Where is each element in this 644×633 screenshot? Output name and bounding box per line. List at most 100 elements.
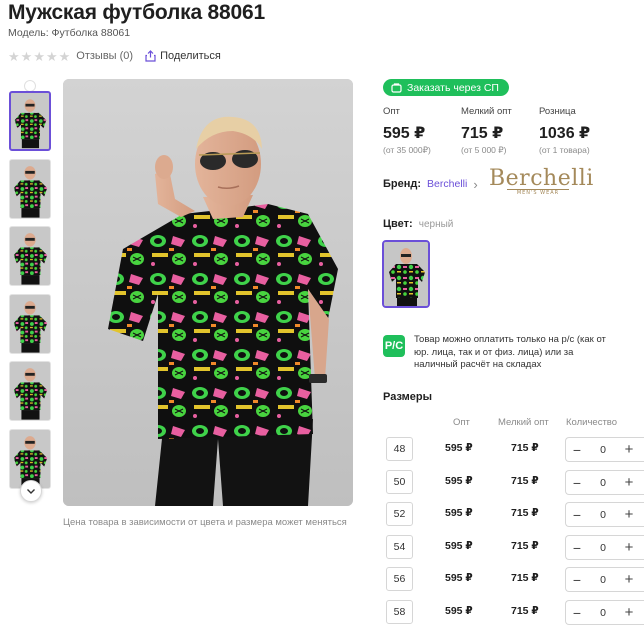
bank-transfer-icon: Р/С [383, 335, 405, 357]
thumbnail-image [10, 362, 50, 420]
price-note: Цена товара в зависимости от цвета и раз… [63, 517, 347, 528]
quantity-value[interactable]: 0 [588, 509, 618, 521]
minus-icon[interactable]: − [566, 537, 588, 559]
thumbnail-image [10, 295, 50, 353]
size-opt-price: 595 ₽ [445, 540, 473, 552]
price-condition: (от 5 000 ₽) [461, 145, 507, 155]
plus-icon[interactable]: + [618, 569, 640, 591]
size-button[interactable]: 52 [386, 502, 413, 526]
size-button[interactable]: 48 [386, 437, 413, 461]
color-value: черный [418, 219, 454, 230]
minus-icon[interactable]: − [566, 602, 588, 624]
quantity-stepper: −0 + [565, 600, 644, 625]
product-model: Модель: Футболка 88061 [8, 27, 131, 39]
order-via-sp-label: Заказать через СП [407, 81, 499, 94]
star-icon: ★ [58, 48, 71, 64]
chevron-right-icon: › [473, 176, 478, 192]
quantity-stepper: −0 + [565, 502, 644, 527]
size-row: 52 595 ₽ 715 ₽ −0 + [383, 502, 644, 527]
price-value: 715 ₽ [461, 125, 504, 142]
size-opt-price: 595 ₽ [445, 605, 473, 617]
color-row: Цвет: черный [383, 218, 453, 230]
plus-icon[interactable]: + [618, 537, 640, 559]
color-label: Цвет: [383, 218, 413, 230]
minus-icon[interactable]: − [566, 472, 588, 494]
brand-label: Бренд: [383, 178, 422, 190]
size-opt-price: 595 ₽ [445, 572, 473, 584]
gallery-thumbnail[interactable] [9, 91, 51, 151]
gallery-thumbnail[interactable] [9, 159, 51, 219]
sizes-title: Размеры [383, 391, 433, 403]
brand-row: Бренд: Berchelli › [383, 172, 478, 196]
brand-logo-subtitle: MEN'S WEAR [507, 189, 569, 196]
minus-icon[interactable]: − [566, 439, 588, 461]
size-button[interactable]: 56 [386, 567, 413, 591]
plus-icon[interactable]: + [618, 504, 640, 526]
quantity-stepper: −0 + [565, 437, 644, 462]
size-small-opt-price: 715 ₽ [511, 540, 539, 552]
color-swatch-image [384, 242, 428, 306]
sizes-header-qty: Количество [566, 417, 618, 428]
price-condition: (от 35 000₽) [383, 145, 431, 155]
gallery-thumbnail[interactable] [9, 294, 51, 354]
size-row: 58 595 ₽ 715 ₽ −0 + [383, 600, 644, 625]
cart-icon [391, 82, 402, 93]
price-condition: (от 1 товара) [539, 145, 590, 155]
thumbnail-image [10, 227, 50, 285]
quantity-stepper: −0 + [565, 470, 644, 495]
quantity-value[interactable]: 0 [588, 574, 618, 586]
quantity-value[interactable]: 0 [588, 607, 618, 619]
sizes-header-opt: Опт [453, 417, 470, 428]
size-row: 50 595 ₽ 715 ₽ −0 + [383, 470, 644, 495]
size-opt-price: 595 ₽ [445, 475, 473, 487]
brand-logo-word: Berchelli [489, 166, 594, 191]
quantity-stepper: −0 + [565, 567, 644, 592]
price-value: 595 ₽ [383, 125, 426, 142]
size-small-opt-price: 715 ₽ [511, 442, 539, 454]
plus-icon[interactable]: + [618, 602, 640, 624]
price-label: Мелкий опт [461, 106, 512, 117]
star-icon: ★ [33, 48, 45, 64]
price-tiers: Опт 595 ₽ (от 35 000₽) Мелкий опт 715 ₽ … [383, 106, 617, 156]
share-icon [145, 50, 156, 62]
quantity-value[interactable]: 0 [588, 444, 618, 456]
price-label: Опт [383, 106, 400, 117]
size-small-opt-price: 715 ₽ [511, 605, 539, 617]
reviews-link[interactable]: Отзывы (0) [76, 50, 133, 62]
order-via-sp-button[interactable]: Заказать через СП [383, 79, 509, 96]
gallery-thumbnail[interactable] [9, 226, 51, 286]
gallery-thumbnail[interactable] [9, 361, 51, 421]
rating-stars[interactable]: ★ ★ ★ ★ ★ [8, 50, 70, 63]
quantity-value[interactable]: 0 [588, 477, 618, 489]
thumbnail-strip [8, 80, 54, 502]
size-opt-price: 595 ₽ [445, 442, 473, 454]
brand-logo[interactable]: Berchelli MEN'S WEAR [489, 166, 594, 198]
minus-icon[interactable]: − [566, 504, 588, 526]
size-button[interactable]: 54 [386, 535, 413, 559]
main-product-photo[interactable] [63, 79, 353, 506]
size-button[interactable]: 50 [386, 470, 413, 494]
thumbnails-scroll-down-button[interactable] [20, 480, 42, 502]
payment-note-text: Товар можно оплатить только на р/с (как … [414, 334, 606, 370]
minus-icon[interactable]: − [566, 569, 588, 591]
price-value: 1036 ₽ [539, 125, 591, 142]
plus-icon[interactable]: + [618, 472, 640, 494]
color-swatch-black[interactable] [382, 240, 430, 308]
star-icon: ★ [20, 48, 33, 64]
size-button[interactable]: 58 [386, 600, 413, 624]
thumbnail-image [11, 93, 49, 149]
quantity-value[interactable]: 0 [588, 542, 618, 554]
size-row: 56 595 ₽ 715 ₽ −0 + [383, 567, 644, 592]
plus-icon[interactable]: + [618, 439, 640, 461]
product-title: Мужская футболка 88061 [8, 1, 265, 24]
sizes-header-small-opt: Мелкий опт [498, 417, 549, 428]
brand-link[interactable]: Berchelli [427, 178, 467, 190]
chevron-down-icon [27, 488, 35, 494]
share-button[interactable]: Поделиться [145, 50, 221, 62]
price-tier-opt: Опт 595 ₽ (от 35 000₽) [383, 106, 461, 156]
rating-row: ★ ★ ★ ★ ★ Отзывы (0) Поделиться [8, 48, 221, 64]
payment-note: Р/С Товар можно оплатить только на р/с (… [383, 334, 614, 372]
price-tier-retail: Розница 1036 ₽ (от 1 товара) [539, 106, 617, 156]
star-icon: ★ [45, 48, 58, 64]
size-small-opt-price: 715 ₽ [511, 475, 539, 487]
